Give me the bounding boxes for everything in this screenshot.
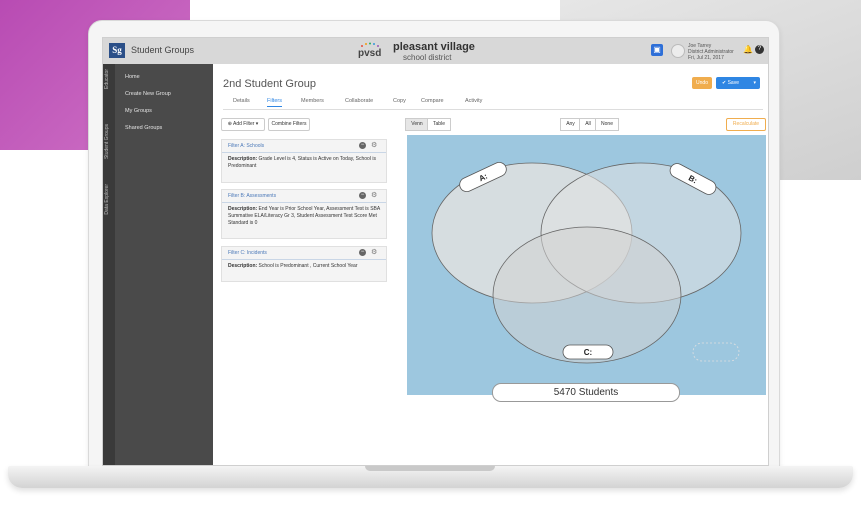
venn-circle-c[interactable]	[492, 226, 682, 364]
filter-card-a: Filter A: Schools − ⚙ Description: Grade…	[221, 139, 387, 183]
filter-header: Filter B: Assessments − ⚙	[222, 190, 386, 203]
filter-header: Filter C: Incidents − ⚙	[222, 247, 386, 260]
tab-filters[interactable]: Filters	[267, 98, 282, 107]
tab-activity[interactable]: Activity	[465, 98, 482, 104]
match-none-button[interactable]: None	[595, 118, 619, 131]
rail-tab-student-groups[interactable]: Student Groups	[104, 124, 110, 159]
tab-details[interactable]: Details	[233, 98, 250, 104]
add-filter-button[interactable]: ⊕ Add Filter ▾	[221, 118, 265, 131]
tab-copy[interactable]: Copy	[393, 98, 406, 104]
tab-bar: Details Filters Members Collaborate Copy…	[223, 96, 763, 110]
tab-compare[interactable]: Compare	[421, 98, 444, 104]
description-label: Description:	[228, 156, 258, 162]
venn-panel: A: B: C:	[407, 135, 766, 395]
user-info[interactable]: Joe Tarrey District Administrator Fri, J…	[688, 43, 738, 61]
page-title: 2nd Student Group	[223, 78, 316, 90]
filter-header: Filter A: Schools − ⚙	[222, 140, 386, 153]
view-table-button[interactable]: Table	[427, 118, 451, 131]
save-button-label: ✔ Save	[722, 80, 739, 86]
description-text: School is Predominant , Current School Y…	[257, 263, 358, 269]
filter-card-b: Filter B: Assessments − ⚙ Description: E…	[221, 189, 387, 239]
gear-icon[interactable]: ⚙	[371, 249, 377, 256]
sidebar-rail: Student Groups Data Explorer Educator	[103, 64, 115, 465]
venn-diagram: A: B: C:	[431, 161, 742, 364]
bell-icon[interactable]: 🔔	[743, 45, 753, 54]
top-bar: Sg Student Groups pvsd pleasant village …	[103, 38, 768, 64]
match-any-button[interactable]: Any	[560, 118, 581, 131]
student-count: 5470 Students	[492, 383, 680, 402]
district-name: pleasant village	[393, 41, 475, 53]
save-button[interactable]: ✔ Save ▾	[716, 77, 760, 89]
filter-card-c: Filter C: Incidents − ⚙ Description: Sch…	[221, 246, 387, 282]
tab-collaborate[interactable]: Collaborate	[345, 98, 373, 104]
apps-icon[interactable]: ▣	[651, 44, 663, 56]
remove-filter-icon[interactable]: −	[359, 142, 366, 149]
user-date: Fri, Jul 21, 2017	[688, 55, 724, 61]
sidebar-item-shared-groups[interactable]: Shared Groups	[125, 125, 162, 131]
filter-title[interactable]: Filter A: Schools	[228, 143, 264, 149]
chevron-down-icon[interactable]: ▾	[753, 77, 756, 89]
district-subtitle: school district	[403, 53, 452, 62]
sidebar-item-create-new-group[interactable]: Create New Group	[125, 91, 171, 97]
app-logo[interactable]: Sg	[109, 43, 125, 58]
description-label: Description:	[228, 263, 258, 269]
recalculate-button[interactable]: Recalculate	[726, 118, 766, 131]
rail-tab-data-explorer[interactable]: Data Explorer	[104, 184, 110, 215]
filter-title[interactable]: Filter C: Incidents	[228, 250, 267, 256]
empty-label-slot	[692, 342, 740, 362]
gear-icon[interactable]: ⚙	[371, 142, 377, 149]
filter-description: Description: School is Predominant , Cur…	[228, 263, 380, 270]
help-icon[interactable]: ?	[755, 45, 764, 54]
laptop-notch	[365, 466, 495, 471]
filter-description: Description: End Year is Prior School Ye…	[228, 206, 380, 227]
undo-button[interactable]: Undo	[692, 77, 712, 89]
sidebar-item-home[interactable]: Home	[125, 74, 140, 80]
app-title: Student Groups	[131, 45, 195, 55]
venn-label-c-text: C:	[584, 348, 592, 357]
view-venn-button[interactable]: Venn	[405, 118, 429, 131]
combine-filters-button[interactable]: Combine Filters	[268, 118, 310, 131]
rail-tab-educator[interactable]: Educator	[104, 69, 110, 89]
description-label: Description:	[228, 206, 258, 212]
gear-icon[interactable]: ⚙	[371, 192, 377, 199]
user-avatar[interactable]	[671, 44, 685, 58]
remove-filter-icon[interactable]: −	[359, 192, 366, 199]
sidebar: Student Groups Data Explorer Educator Ho…	[103, 64, 213, 465]
sidebar-item-my-groups[interactable]: My Groups	[125, 108, 152, 114]
app-screen: Sg Student Groups pvsd pleasant village …	[102, 37, 769, 466]
venn-label-c[interactable]: C:	[562, 344, 614, 360]
filter-description: Description: Grade Level is 4, Status is…	[228, 156, 380, 170]
district-short-name: pvsd	[358, 48, 382, 59]
remove-filter-icon[interactable]: −	[359, 249, 366, 256]
filter-title[interactable]: Filter B: Assessments	[228, 193, 276, 199]
tab-members[interactable]: Members	[301, 98, 324, 104]
